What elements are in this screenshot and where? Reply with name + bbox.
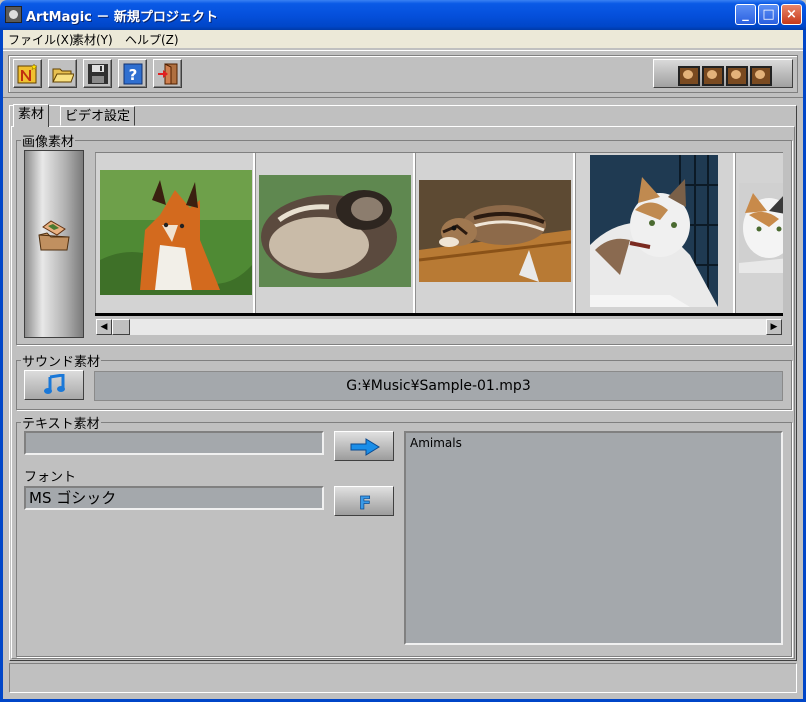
new-project-icon [17,63,38,84]
open-folder-icon [52,68,74,83]
help-button[interactable]: ? [118,59,147,88]
add-image-button[interactable] [24,150,84,338]
add-image-icon [38,220,70,251]
image-material-legend: 画像素材 [22,135,75,150]
tab-video-settings[interactable]: ビデオ設定 [60,106,136,126]
new-project-button[interactable] [13,59,42,88]
text-material-legend: テキスト素材 [22,417,100,432]
exit-icon [158,63,178,85]
font-icon: F [359,493,372,513]
music-note-icon [44,374,65,394]
menu-bar: ファイル(X) 素材(Y) ヘルプ(Z) [3,30,803,48]
exit-button[interactable] [153,59,182,88]
minimize-button[interactable]: _ [735,4,756,25]
menu-file[interactable]: ファイル(X) [8,31,74,48]
thumbnail-calico-cat[interactable] [575,153,735,313]
select-sound-button[interactable] [24,370,84,400]
window-frame-left [0,30,3,702]
chipmunk-image [419,180,571,282]
fox-image [100,170,252,295]
sound-material-legend: サウンド素材 [22,355,101,370]
save-button[interactable] [83,59,112,88]
choose-font-button[interactable]: F [334,486,394,516]
thumbnail-fox[interactable] [95,153,255,313]
sound-file-path: G:¥Music¥Sample-01.mp3 [94,371,783,401]
arrow-right-icon [350,438,380,456]
text-preview[interactable]: Amimals [404,431,783,645]
thumbnail-strip [95,152,783,316]
scroll-left-button[interactable]: ◀ [96,319,112,335]
scroll-right-button[interactable]: ▶ [766,319,782,335]
help-icon: ? [123,63,143,85]
text-input[interactable] [24,431,324,455]
window-title: ArtMagic － 新規プロジェクト [26,10,218,25]
save-disk-icon [88,64,108,84]
font-field[interactable]: MS ゴシック [24,486,324,510]
maximize-button[interactable]: □ [758,4,779,25]
svg-text:F: F [359,493,371,513]
close-button[interactable]: × [781,4,802,25]
tab-material[interactable]: 素材 [13,104,50,127]
thumbnail-sleeping-cat[interactable] [255,153,415,313]
app-icon[interactable] [5,6,22,23]
thumbnail-chipmunk[interactable] [415,153,575,313]
open-button[interactable] [48,59,77,88]
menu-material[interactable]: 素材(Y) [72,31,113,48]
font-label: フォント [24,470,77,485]
calico-cat-image [590,155,718,307]
apply-text-button[interactable] [334,431,394,461]
scroll-thumb[interactable] [112,319,130,335]
thumbnail-scrollbar[interactable]: ◀ ▶ [95,318,783,336]
thumbnail-calico-cat-partial[interactable] [735,153,783,313]
svg-text:?: ? [129,66,138,84]
status-bar [9,663,797,693]
calico-cat-partial-image [739,183,783,273]
sleeping-cat-image [259,175,411,287]
filmstrip-icon[interactable] [653,59,793,88]
menu-help[interactable]: ヘルプ(Z) [125,31,179,48]
